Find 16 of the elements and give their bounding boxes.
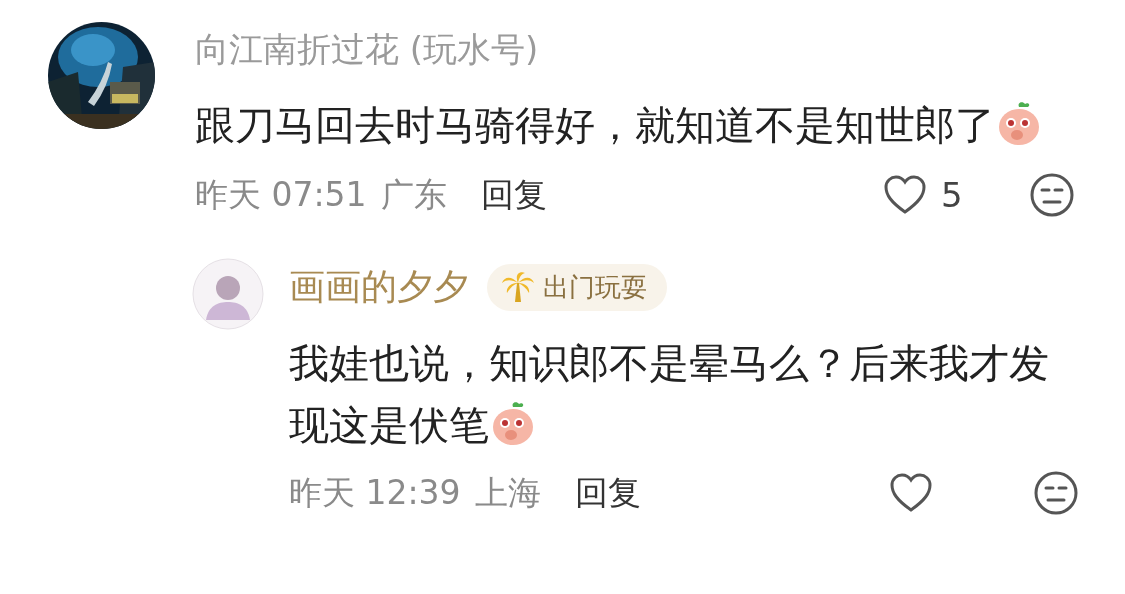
emoji-face-icon[interactable]: [1033, 470, 1079, 516]
like-count: 5: [941, 175, 963, 215]
palm-tree-icon: [501, 271, 535, 303]
reply-button[interactable]: 回复: [574, 470, 641, 516]
emoji-face-icon[interactable]: [1029, 172, 1075, 218]
comment-location: 上海: [474, 471, 541, 514]
avatar-icon: [192, 258, 264, 330]
badge: 出门玩耍: [487, 263, 667, 311]
comment-time: 昨天 07:51: [195, 173, 367, 216]
comment-text: 跟刀马回去时马骑得好，就知道不是知世郎了: [195, 94, 1055, 156]
heart-icon[interactable]: [889, 473, 933, 513]
comment-location: 广东: [380, 173, 447, 216]
comment-time: 昨天 12:39: [289, 471, 461, 514]
comment-text: 我娃也说，知识郎不是晕马么？后来我才发现这是伏笔: [289, 339, 1050, 450]
reply-button[interactable]: 回复: [480, 172, 547, 218]
heart-icon[interactable]: [883, 175, 927, 215]
